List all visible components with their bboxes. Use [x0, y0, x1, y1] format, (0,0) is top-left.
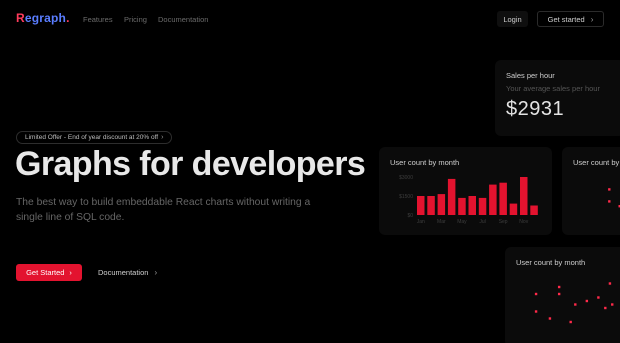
x-tick-label: Nov — [519, 219, 528, 225]
bar — [437, 194, 446, 215]
logo-dot: . — [66, 11, 70, 25]
get-started-label: Get Started — [26, 268, 65, 277]
hero-subtitle: The best way to build embeddable React c… — [16, 197, 311, 223]
sales-card: Sales per hour Your average sales per ho… — [495, 60, 620, 136]
bar — [478, 197, 487, 215]
scatter-point — [608, 282, 612, 285]
get-started-button[interactable]: Get Started › — [16, 264, 82, 281]
scatter-point — [604, 306, 607, 310]
sales-card-value: $2931 — [506, 98, 565, 120]
logo-text: egraph — [24, 11, 67, 25]
x-tick-label: May — [457, 219, 467, 225]
y-tick-label: $3000 — [399, 175, 413, 181]
bar — [447, 178, 456, 215]
bar — [509, 203, 518, 215]
chevron-right-icon: › — [161, 134, 164, 141]
bar — [417, 196, 425, 215]
bar — [530, 205, 538, 215]
scatter-point — [608, 200, 611, 203]
scatter-point — [597, 296, 600, 299]
scatter-card-small: User count by month — [562, 147, 620, 235]
x-tick-label: Sep — [499, 219, 508, 225]
get-started-nav-label: Get started — [547, 14, 585, 24]
logo[interactable]: Regraph. — [16, 11, 70, 25]
offer-badge[interactable]: Limited Offer - End of year discount at … — [16, 131, 173, 144]
scatter-point — [557, 292, 561, 296]
scatter-point — [534, 310, 538, 313]
offer-text: Limited Offer - End of year discount at … — [25, 134, 159, 141]
chevron-right-icon: › — [154, 268, 158, 277]
scatter-chart-large — [534, 282, 614, 324]
logo-letter: R — [16, 11, 25, 25]
sales-card-subtitle: Your average sales per hour — [506, 84, 600, 93]
bar — [489, 184, 497, 215]
scatter-card-large: User count by month — [505, 247, 620, 343]
y-tick-label: $1500 — [399, 194, 413, 200]
bar — [468, 196, 476, 215]
scatter-point — [611, 303, 614, 306]
nav-link-documentation[interactable]: Documentation — [158, 15, 208, 24]
scatter-point — [557, 285, 561, 289]
chevron-right-icon: › — [69, 268, 72, 277]
x-tick-label: Jan — [417, 219, 425, 225]
chevron-right-icon: › — [590, 14, 594, 24]
scatter-point — [608, 188, 611, 191]
scatter-point — [534, 292, 538, 296]
scatter-chart-small — [608, 188, 620, 208]
scatter-point — [569, 320, 572, 324]
documentation-label: Documentation — [98, 268, 149, 277]
documentation-link[interactable]: Documentation › — [98, 268, 157, 277]
nav-link-features[interactable]: Features — [83, 15, 113, 24]
x-tick-label: Mar — [437, 219, 446, 225]
bar-chart: $3000 $1500 $0 Jan Mar May Jul Sep Nov — [399, 175, 538, 225]
bar — [520, 177, 528, 215]
scatter-point — [548, 317, 552, 320]
bar-chart-card: User count by month $3000 $1500 $0 Jan Mar Ma… — [379, 147, 552, 235]
y-tick-label: $0 — [407, 213, 413, 219]
nav-link-pricing[interactable]: Pricing — [124, 15, 147, 24]
scatter-point — [585, 299, 589, 303]
get-started-nav-button[interactable]: Get started › — [537, 11, 604, 27]
bar — [458, 197, 466, 215]
bar — [499, 182, 507, 215]
sales-card-title: Sales per hour — [506, 71, 555, 80]
bar — [427, 196, 435, 215]
page-title: Graphs for developers — [15, 145, 366, 183]
scatter-point — [574, 303, 577, 306]
login-button[interactable]: Login — [497, 11, 528, 27]
x-tick-label: Jul — [479, 219, 485, 225]
